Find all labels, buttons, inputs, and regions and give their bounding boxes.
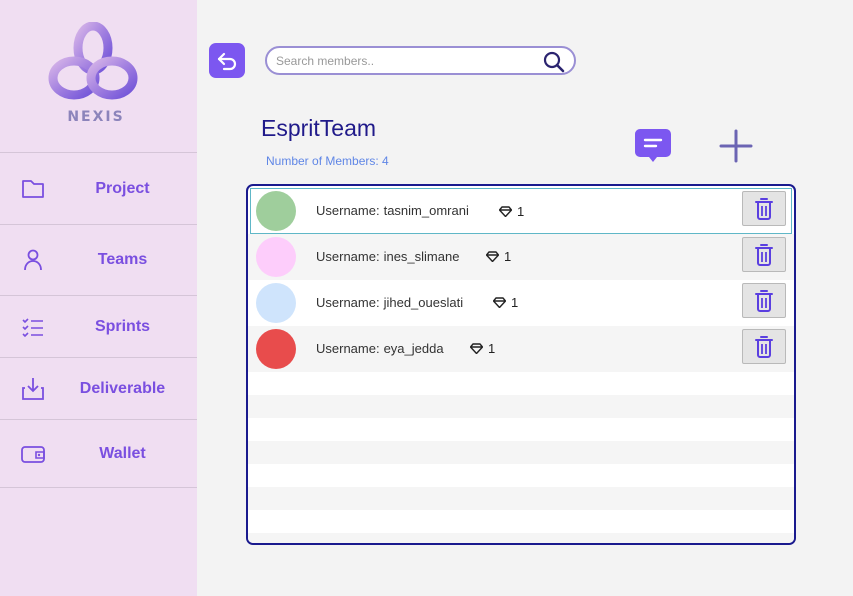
gem-count: 1 bbox=[470, 341, 495, 356]
sidebar-item-project[interactable]: Project bbox=[0, 152, 197, 224]
member-row[interactable]: Username: eya_jedda 1 bbox=[248, 326, 794, 372]
brand-name: NEXIS bbox=[67, 109, 125, 125]
back-arrow-icon bbox=[217, 52, 237, 70]
empty-row bbox=[248, 418, 794, 441]
member-username: Username: ines_slimane bbox=[316, 249, 460, 264]
search-input[interactable] bbox=[276, 52, 536, 70]
member-username: Username: tasnim_omrani bbox=[316, 203, 469, 218]
empty-row bbox=[248, 533, 794, 543]
trash-icon bbox=[755, 335, 773, 358]
member-row[interactable]: Username: jihed_oueslati 1 bbox=[248, 280, 794, 326]
nexis-logo bbox=[48, 22, 138, 100]
empty-row bbox=[248, 441, 794, 464]
empty-row bbox=[248, 464, 794, 487]
avatar bbox=[256, 329, 296, 369]
wallet-icon bbox=[21, 445, 45, 463]
download-icon bbox=[22, 377, 44, 400]
delete-member-button[interactable] bbox=[742, 237, 786, 272]
team-title: EspritTeam bbox=[261, 115, 377, 141]
empty-row bbox=[248, 487, 794, 510]
empty-row bbox=[248, 372, 794, 395]
sidebar-nav: Project Teams Sprints Deliverable Wallet bbox=[0, 152, 197, 488]
trash-icon bbox=[755, 243, 773, 266]
empty-row bbox=[248, 510, 794, 533]
sidebar-item-teams[interactable]: Teams bbox=[0, 224, 197, 295]
diamond-icon bbox=[470, 343, 483, 354]
folder-icon bbox=[22, 179, 44, 198]
member-username: Username: eya_jedda bbox=[316, 341, 444, 356]
member-row[interactable]: Username: ines_slimane 1 bbox=[248, 234, 794, 280]
trash-icon bbox=[755, 289, 773, 312]
sidebar-item-wallet[interactable]: Wallet bbox=[0, 419, 197, 488]
avatar bbox=[256, 283, 296, 323]
gem-count: 1 bbox=[499, 204, 524, 219]
checklist-icon bbox=[22, 317, 43, 337]
search-icon[interactable] bbox=[542, 50, 566, 74]
delete-member-button[interactable] bbox=[742, 283, 786, 318]
search-bar bbox=[265, 46, 576, 75]
member-row[interactable]: Username: tasnim_omrani 1 bbox=[250, 188, 792, 234]
delete-member-button[interactable] bbox=[742, 329, 786, 364]
sidebar-item-sprints[interactable]: Sprints bbox=[0, 295, 197, 357]
sidebar: NEXIS Project Teams Sprints Deliverable … bbox=[0, 0, 197, 596]
member-count: Number of Members: 4 bbox=[266, 154, 389, 168]
empty-row bbox=[248, 395, 794, 418]
avatar bbox=[256, 237, 296, 277]
trash-icon bbox=[755, 197, 773, 220]
chat-icon[interactable] bbox=[634, 127, 672, 163]
diamond-icon bbox=[493, 297, 506, 308]
member-username: Username: jihed_oueslati bbox=[316, 295, 464, 310]
diamond-icon bbox=[486, 251, 499, 262]
members-list: Username: tasnim_omrani 1 Username: ines_s… bbox=[246, 184, 796, 545]
avatar bbox=[256, 191, 296, 231]
sidebar-item-deliverable[interactable]: Deliverable bbox=[0, 357, 197, 419]
gem-count: 1 bbox=[486, 249, 511, 264]
add-member-icon[interactable] bbox=[718, 128, 754, 164]
diamond-icon bbox=[499, 206, 512, 217]
gem-count: 1 bbox=[493, 295, 518, 310]
delete-member-button[interactable] bbox=[742, 191, 786, 226]
back-button[interactable] bbox=[209, 43, 245, 78]
user-icon bbox=[24, 249, 42, 271]
